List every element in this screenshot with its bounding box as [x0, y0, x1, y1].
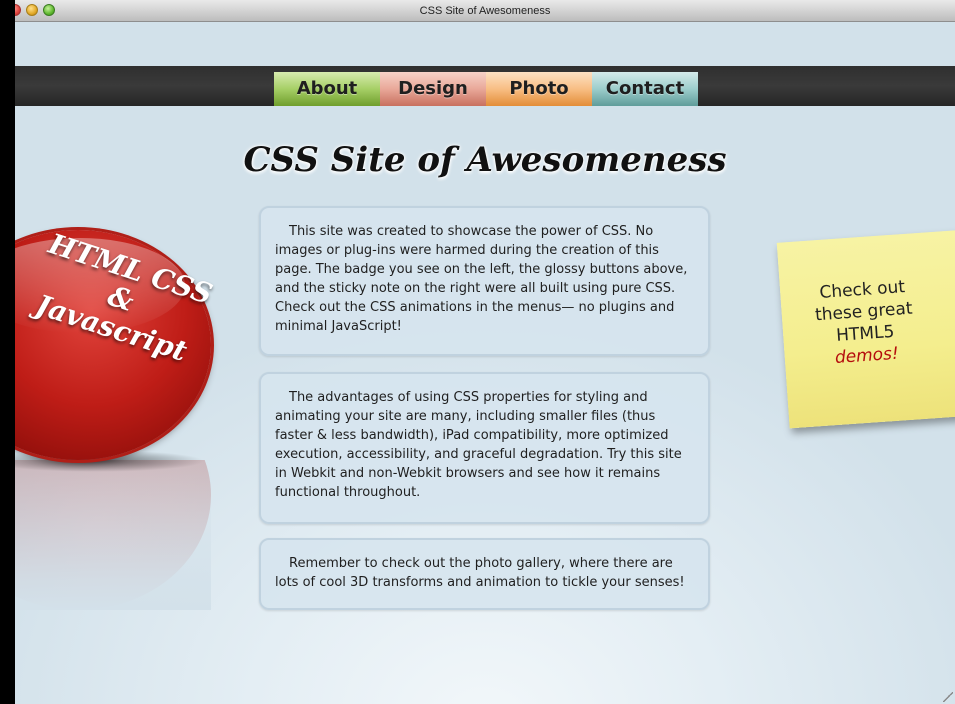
nav-design-button[interactable]: Design [380, 72, 486, 106]
sticky-note: Check out these great HTML5 demos! [776, 229, 955, 429]
badge-reflection-fade [15, 460, 211, 610]
nav-bar: About Design Photo Contact [15, 66, 955, 106]
page-title: CSS Site of Awesomeness [243, 140, 727, 180]
browser-window: CSS Site of Awesomeness About Design Pho… [15, 0, 955, 704]
nav-about-button[interactable]: About [274, 72, 380, 106]
nav-photo-button[interactable]: Photo [486, 72, 592, 106]
resize-grip-icon[interactable] [943, 692, 953, 702]
window-title: CSS Site of Awesomeness [419, 5, 551, 17]
advantages-panel: The advantages of using CSS properties f… [259, 372, 710, 524]
intro-panel: This site was created to showcase the po… [259, 206, 710, 356]
page-content: About Design Photo Contact CSS Site of A… [15, 22, 955, 704]
sticky-note-text: Check out these great HTML5 demos! [782, 273, 948, 372]
window-titlebar[interactable]: CSS Site of Awesomeness [15, 0, 955, 22]
gallery-reminder-panel: Remember to check out the photo gallery,… [259, 538, 710, 610]
nav-contact-button[interactable]: Contact [592, 72, 698, 106]
